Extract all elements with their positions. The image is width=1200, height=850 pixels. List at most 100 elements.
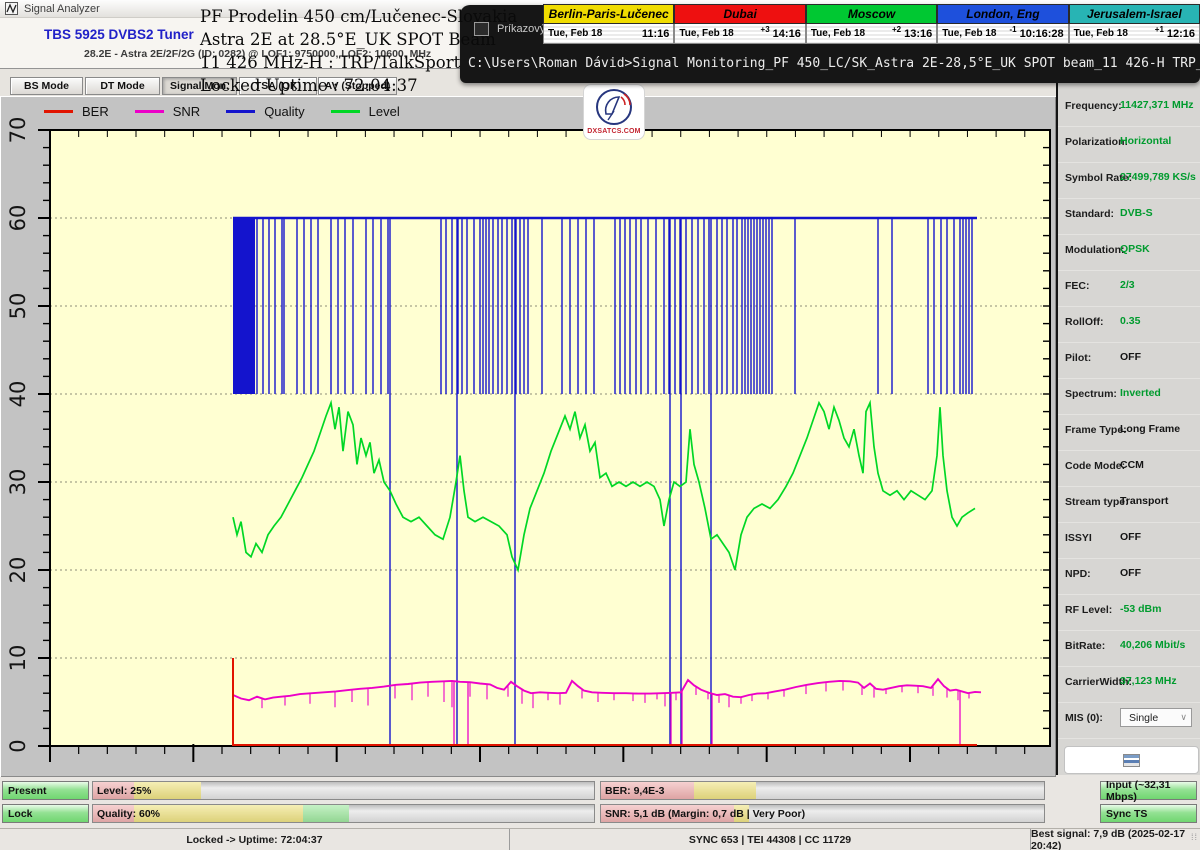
clock-time: 10:16:28 xyxy=(1020,28,1064,40)
progress-bar: Level: 25% xyxy=(92,781,595,800)
satellite-dish-icon xyxy=(594,87,634,127)
clock-utc-offset: +1 xyxy=(1155,25,1164,34)
progress-bar-label: SNR: 5,1 dB (Margin: 0,7 dB | Very Poor) xyxy=(605,808,805,820)
param-row-rf-level: RF Level:-53 dBm xyxy=(1058,595,1200,631)
mis-select-value: Single xyxy=(1129,712,1158,724)
overlay-text-line: Locked Uptime : 72:04:37 xyxy=(200,74,517,97)
param-label: Pilot: xyxy=(1065,352,1091,364)
statusbar-sync-counters: SYNC 653 | TEI 44308 | CC 11729 xyxy=(510,829,1031,850)
param-label: RollOff: xyxy=(1065,316,1104,328)
param-label: NPD: xyxy=(1065,568,1091,580)
param-row-stream-type: Stream type:Transport xyxy=(1058,487,1200,523)
legend-label: Quality xyxy=(264,104,304,119)
param-value: Horizontal xyxy=(1120,135,1171,147)
param-value: 37,123 MHz xyxy=(1120,675,1177,687)
statusbar-uptime: Locked -> Uptime: 72:04:37 xyxy=(0,829,510,850)
param-value: 11427,371 MHz xyxy=(1120,99,1194,111)
clock-date: Tue, Feb 18 xyxy=(1074,28,1155,39)
chart-region: BERSNRQualityLevel 706050403020100 xyxy=(0,96,1056,777)
clock-time: 13:16 xyxy=(904,28,932,40)
mis-select[interactable]: Single ∨ xyxy=(1120,708,1192,727)
param-value: 40,206 Mbit/s xyxy=(1120,639,1185,651)
param-label: Modulation: xyxy=(1065,244,1124,256)
y-axis-label-40: 40 xyxy=(0,376,36,412)
app-icon xyxy=(5,2,18,15)
param-value: CCM xyxy=(1120,459,1144,471)
param-label: Frame Type: xyxy=(1065,424,1127,436)
chart-legend: BER SNR Quality Level xyxy=(44,102,400,120)
quality-dropout-block xyxy=(233,218,255,394)
clock-body: Tue, Feb 18+314:16 xyxy=(674,24,805,44)
param-label: Standard: xyxy=(1065,208,1114,220)
plot-background xyxy=(50,130,1050,746)
param-label: ISSYI xyxy=(1065,532,1092,544)
param-row-modulation: Modulation:QPSK xyxy=(1058,235,1200,271)
legend-item-ber: BER xyxy=(44,104,109,119)
param-value: 0.35 xyxy=(1120,315,1140,327)
legend-line-sample xyxy=(135,110,164,113)
param-row-frame-type: Frame Type:Long Frame xyxy=(1058,415,1200,451)
param-value: QPSK xyxy=(1120,243,1150,255)
legend-line-sample xyxy=(226,110,255,113)
param-label: FEC: xyxy=(1065,280,1090,292)
progress-segment xyxy=(303,805,349,822)
progress-bar: SNR: 5,1 dB (Margin: 0,7 dB | Very Poor) xyxy=(600,804,1045,823)
statusbar-best-signal: Best signal: 7,9 dB (2025-02-17 20:42) xyxy=(1031,829,1200,850)
clock-time: 14:16 xyxy=(773,28,801,40)
y-axis-label-50: 50 xyxy=(0,288,36,324)
resize-grip[interactable]: ⁞⁞ xyxy=(1191,832,1198,842)
clock-city-header: Berlin-Paris-Lučenec xyxy=(543,4,674,24)
clock-utc-offset: +2 xyxy=(892,25,901,34)
param-row-symbol-rate: Symbol Rate:27499,789 KS/s xyxy=(1058,163,1200,199)
param-label: Polarization: xyxy=(1065,136,1128,148)
clock-body: Tue, Feb 18+213:16 xyxy=(806,24,937,44)
param-row-mis: MIS (0): Single ∨ xyxy=(1058,703,1200,739)
legend-line-sample xyxy=(44,110,73,113)
world-clocks: Berlin-Paris-LučenecTue, Feb 1811:16Duba… xyxy=(543,4,1200,44)
param-label: Code Mode: xyxy=(1065,460,1125,472)
tuner-title: TBS 5925 DVBS2 Tuner xyxy=(44,27,194,42)
legend-label: SNR xyxy=(173,104,200,119)
clock-date: Tue, Feb 18 xyxy=(679,28,760,39)
status-badge-present: Present xyxy=(2,781,89,800)
legend-item-snr: SNR xyxy=(135,104,200,119)
y-axis-label-60: 60 xyxy=(0,200,36,236)
param-row-bitrate: BitRate:40,206 Mbit/s xyxy=(1058,631,1200,667)
console-button[interactable] xyxy=(1064,746,1199,774)
param-value: Inverted xyxy=(1120,387,1161,399)
legend-item-level: Level xyxy=(331,104,400,119)
statusbar: Locked -> Uptime: 72:04:37 SYNC 653 | TE… xyxy=(0,828,1200,850)
dxsatcs-logo: DXSATCS.COM xyxy=(583,84,645,140)
progress-bar: Quality: 60% xyxy=(92,804,595,823)
clock-date: Tue, Feb 18 xyxy=(811,28,892,39)
status-badge-lock: Lock xyxy=(2,804,89,823)
y-axis-label-10: 10 xyxy=(0,640,36,676)
progress-bar-label: Quality: 60% xyxy=(97,808,160,820)
param-value: 27499,789 KS/s xyxy=(1120,171,1196,183)
param-row-polarization: Polarization:Horizontal xyxy=(1058,127,1200,163)
overlay-text-line: Astra 2E at 28.5°E_UK SPOT Beam xyxy=(200,28,517,51)
console-icon xyxy=(1123,754,1140,767)
legend-label: Level xyxy=(369,104,400,119)
chevron-down-icon: ∨ xyxy=(1180,712,1187,723)
clock-utc-offset: -1 xyxy=(1009,25,1016,34)
toolbar-button-bs-mode[interactable]: BS Mode xyxy=(10,77,83,95)
status-badge-input-32-31-mbps: Input (~32,31 Mbps) xyxy=(1100,781,1197,800)
clock-city-header: Moscow xyxy=(806,4,937,24)
param-row-code-mode: Code Mode:CCM xyxy=(1058,451,1200,487)
legend-item-quality: Quality xyxy=(226,104,304,119)
signal-parameters-panel: Frequency:11427,371 MHzPolarization:Hori… xyxy=(1056,75,1200,775)
clock-city-header: Dubai xyxy=(674,4,805,24)
param-row-fec: FEC:2/3 xyxy=(1058,271,1200,307)
clock-body: Tue, Feb 18+112:16 xyxy=(1069,24,1200,44)
toolbar-button-dt-mode[interactable]: DT Mode xyxy=(85,77,160,95)
terminal-command-line[interactable]: C:\Users\Roman Dávid>Signal Monitoring_P… xyxy=(468,56,1200,71)
param-row-npd: NPD:OFF xyxy=(1058,559,1200,595)
clock-time: 12:16 xyxy=(1167,28,1195,40)
y-axis-label-20: 20 xyxy=(0,552,36,588)
clock-date: Tue, Feb 18 xyxy=(942,28,1009,39)
param-label: MIS (0): xyxy=(1065,712,1103,724)
param-row-carrierwidth: CarrierWidth:37,123 MHz xyxy=(1058,667,1200,703)
param-value: OFF xyxy=(1120,531,1141,543)
clock-city-header: London, Eng xyxy=(937,4,1068,24)
